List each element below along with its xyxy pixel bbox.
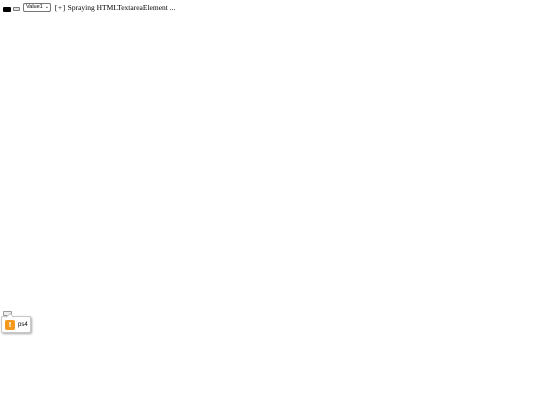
- toolbar: Value1 ⌄ [+] Spraying HTMLTextareaElemen…: [3, 2, 175, 13]
- warning-icon: !: [5, 319, 15, 330]
- select-value: Value1: [26, 3, 43, 10]
- empty-button[interactable]: [13, 7, 20, 11]
- chevron-down-icon: ⌄: [44, 4, 49, 10]
- expand-link[interactable]: [+]: [55, 3, 66, 12]
- popup-message: ps4: [18, 321, 28, 328]
- validation-popup: ! ps4: [1, 316, 31, 333]
- black-button[interactable]: [3, 6, 11, 12]
- value-select[interactable]: Value1 ⌄: [23, 3, 51, 12]
- status-text: Spraying HTMLTextareaElement ...: [67, 3, 176, 12]
